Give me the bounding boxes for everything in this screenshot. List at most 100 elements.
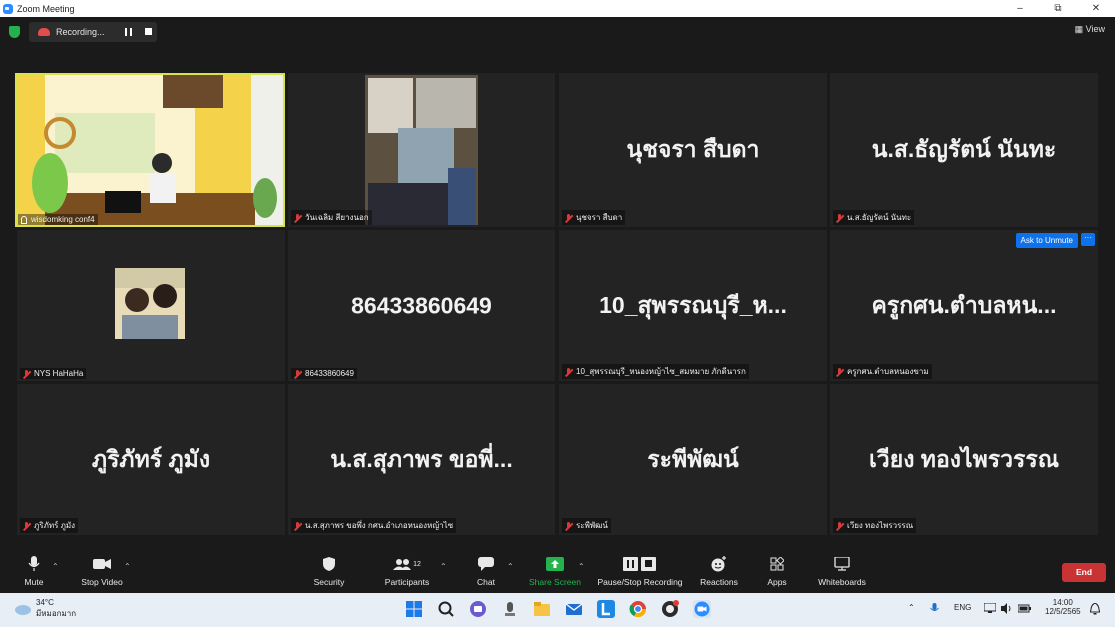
video-tile[interactable]: วันเฉลิม สียางนอก bbox=[288, 73, 555, 227]
volume-icon[interactable] bbox=[1001, 603, 1013, 616]
video-tile[interactable]: นุชจรา สืบดา นุชจรา สืบดา bbox=[559, 73, 827, 227]
participant-name: วันเฉลิม สียางนอก bbox=[305, 213, 369, 222]
whiteboards-button[interactable]: Whiteboards bbox=[813, 556, 871, 587]
show-hidden-icons-chevron-icon[interactable]: ⌃ bbox=[908, 603, 915, 612]
view-button[interactable]: ▦ View bbox=[1075, 24, 1105, 35]
maximize-button[interactable]: ⧉ bbox=[1039, 0, 1077, 17]
video-tile[interactable]: ภูริภัทร์ ภูมัง ภูริภัทร์ ภูมัง bbox=[17, 384, 285, 535]
security-button[interactable]: Security bbox=[311, 556, 347, 587]
reactions-button[interactable]: Reactions bbox=[697, 556, 741, 587]
clock[interactable]: 14:00 12/5/2565 bbox=[1045, 598, 1081, 616]
view-label: View bbox=[1085, 24, 1105, 34]
participants-options-chevron-icon[interactable]: ⌃ bbox=[440, 562, 447, 571]
end-meeting-button[interactable]: End bbox=[1062, 563, 1106, 582]
participant-name: นุชจรา สืบดา bbox=[576, 213, 623, 222]
meeting-top-bar: Recording... ▦ View bbox=[0, 17, 1115, 47]
mail-icon[interactable] bbox=[565, 600, 583, 618]
cloud-weather-icon bbox=[15, 605, 31, 615]
pause-stop-recording-button[interactable]: Pause/Stop Recording bbox=[594, 556, 686, 587]
window-title-bar: Zoom Meeting – ⧉ ✕ bbox=[0, 0, 1115, 17]
video-tile[interactable]: น.ส.สุภาพร ขอพี่... น.ส.สุภาพร ขอพึ่ง กศ… bbox=[288, 384, 555, 535]
apps-label: Apps bbox=[767, 577, 787, 587]
participant-name: เวียง ทองไพรวรรณ bbox=[847, 521, 914, 530]
participant-name: NYS HaHaHa bbox=[34, 369, 84, 378]
chat-button[interactable]: Chat bbox=[471, 556, 501, 587]
pin-icon bbox=[21, 215, 27, 224]
participant-name: ระพีพัฒน์ bbox=[576, 521, 608, 530]
video-tile[interactable]: NYS HaHaHa bbox=[17, 230, 285, 381]
file-explorer-icon[interactable] bbox=[533, 600, 551, 618]
participant-name-label: ภูริภัทร์ ภูมัง bbox=[20, 518, 79, 533]
chrome-icon[interactable] bbox=[629, 600, 647, 618]
mute-label: Mute bbox=[24, 577, 44, 587]
notification-bell-icon[interactable] bbox=[1089, 602, 1101, 617]
search-icon[interactable] bbox=[437, 600, 455, 618]
stop-video-label: Stop Video bbox=[81, 577, 123, 587]
minimize-button[interactable]: – bbox=[1001, 0, 1039, 17]
video-tile[interactable]: ระพีพัฒน์ ระพีพัฒน์ bbox=[559, 384, 827, 535]
grid-icon: ▦ bbox=[1074, 24, 1084, 34]
muted-mic-icon bbox=[294, 213, 301, 222]
share-screen-button[interactable]: Share Screen bbox=[527, 556, 583, 587]
mute-button[interactable]: Mute bbox=[20, 556, 48, 587]
apps-icon bbox=[763, 556, 791, 572]
participant-name-label: ครูกศน.ตำบลหนองขาม bbox=[833, 364, 932, 379]
chat-label: Chat bbox=[477, 577, 495, 587]
weather-description: มีหมอกมาก bbox=[36, 609, 77, 618]
participants-count: 12 bbox=[413, 560, 421, 568]
participant-name-label: wisdomking conf4 bbox=[18, 214, 98, 225]
participant-name-label: น.ส.สุภาพร ขอพึ่ง กศน.อำเภอหนองหญ้าไซ bbox=[291, 518, 457, 533]
network-icon[interactable] bbox=[983, 602, 997, 616]
chat-options-chevron-icon[interactable]: ⌃ bbox=[507, 562, 514, 571]
stop-video-button[interactable]: Stop Video bbox=[78, 556, 126, 587]
pause-recording-icon[interactable] bbox=[125, 28, 132, 36]
reactions-label: Reactions bbox=[700, 577, 738, 587]
windows-start-icon[interactable] bbox=[405, 600, 423, 618]
ask-to-unmute-button[interactable]: Ask to Unmute bbox=[1015, 233, 1078, 248]
share-screen-label: Share Screen bbox=[529, 577, 581, 587]
battery-icon[interactable] bbox=[1017, 603, 1032, 616]
participant-name-label: 10_สุพรรณบุรี_หนองหญ้าไซ_สมหมาย ภักดีนาร… bbox=[562, 364, 749, 379]
microphone-tray-icon[interactable] bbox=[930, 603, 939, 617]
security-shield-icon[interactable] bbox=[9, 26, 20, 38]
mute-options-chevron-icon[interactable]: ⌃ bbox=[52, 562, 59, 571]
weather-widget[interactable]: 34°C มีหมอกมาก bbox=[14, 598, 76, 620]
letter-l-app-icon[interactable] bbox=[597, 600, 615, 618]
video-tile[interactable]: 86433860649 86433860649 bbox=[288, 230, 555, 381]
muted-mic-icon bbox=[294, 369, 301, 378]
security-label: Security bbox=[313, 577, 345, 587]
video-options-chevron-icon[interactable]: ⌃ bbox=[124, 562, 131, 571]
clock-time: 14:00 bbox=[1052, 598, 1073, 607]
participant-display-name: ระพีพัฒน์ bbox=[647, 445, 739, 472]
zoom-taskbar-icon[interactable] bbox=[693, 600, 711, 618]
muted-mic-icon bbox=[565, 367, 572, 376]
stop-recording-icon[interactable] bbox=[145, 28, 152, 35]
muted-mic-icon bbox=[565, 521, 572, 530]
participant-name-label: น.ส.ธัญรัตน์ นันทะ bbox=[833, 210, 915, 225]
window-title: Zoom Meeting bbox=[17, 3, 75, 14]
close-button[interactable]: ✕ bbox=[1077, 0, 1115, 17]
video-tile[interactable]: 10_สุพรรณบุรี_ห... 10_สุพรรณบุรี_หนองหญ้… bbox=[559, 230, 827, 381]
video-tile[interactable]: Ask to Unmute ··· ครูกศน.ตำบลหน... ครูกศ… bbox=[830, 230, 1098, 381]
participant-display-name: น.ส.สุภาพร ขอพี่... bbox=[330, 445, 513, 472]
language-indicator[interactable]: ENG bbox=[954, 603, 971, 612]
share-options-chevron-icon[interactable]: ⌃ bbox=[578, 562, 585, 571]
microphone-icon bbox=[20, 556, 48, 572]
video-tile[interactable]: น.ส.ธัญรัตน์ นันทะ น.ส.ธัญรัตน์ นันทะ bbox=[830, 73, 1098, 227]
recording-indicator: Recording... bbox=[29, 22, 157, 42]
video-tile[interactable]: เวียง ทองไพรวรรณ เวียง ทองไพรวรรณ bbox=[830, 384, 1098, 535]
apps-button[interactable]: Apps bbox=[763, 556, 791, 587]
muted-mic-icon bbox=[23, 369, 30, 378]
video-tile-active-speaker[interactable]: wisdomking conf4 bbox=[15, 73, 285, 227]
more-options-button[interactable]: ··· bbox=[1081, 233, 1095, 246]
pause-stop-icon bbox=[594, 556, 686, 572]
recording-label: Recording... bbox=[56, 27, 105, 37]
obs-record-icon[interactable] bbox=[661, 600, 679, 618]
cortana-mic-icon[interactable] bbox=[501, 600, 519, 618]
shield-icon bbox=[311, 556, 347, 572]
participants-button[interactable]: 12 Participants bbox=[382, 556, 432, 587]
smiley-plus-icon bbox=[697, 556, 741, 572]
teams-chat-icon[interactable] bbox=[469, 600, 487, 618]
participant-name-label: 86433860649 bbox=[291, 368, 357, 379]
participant-name-label: เวียง ทองไพรวรรณ bbox=[833, 518, 917, 533]
